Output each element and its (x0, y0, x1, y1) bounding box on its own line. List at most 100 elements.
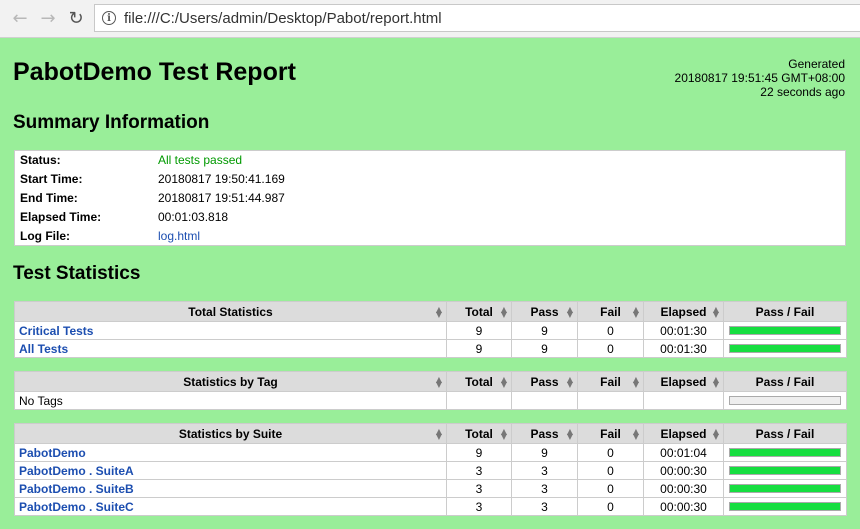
stat-name-link[interactable]: PabotDemo . SuiteA (19, 464, 134, 478)
table-header-row: Total Statistics ▲ ▼ Total ▲ ▼ Pass ▲ ▼ Fail ▲ ▼ Ela… (14, 301, 847, 322)
column-header[interactable]: Pass / Fail (723, 423, 847, 444)
pass-fail-bar (729, 344, 841, 353)
summary-heading: Summary Information (13, 112, 210, 133)
column-header[interactable]: Pass ▲ ▼ (511, 423, 578, 444)
sort-icon[interactable]: ▲ ▼ (436, 428, 442, 441)
fail-cell: 0 (577, 479, 644, 498)
back-arrow-icon[interactable]: ← (8, 6, 32, 30)
pass-fail-bar (729, 326, 841, 335)
column-header[interactable]: Fail ▲ ▼ (577, 423, 644, 444)
status-value: All tests passed (158, 153, 243, 167)
fail-cell: 0 (577, 497, 644, 516)
page-title: PabotDemo Test Report (13, 58, 296, 86)
elapsed-cell (643, 391, 724, 410)
stat-name-link[interactable]: Critical Tests (19, 324, 93, 338)
elapsed-cell: 00:01:04 (643, 443, 724, 462)
fail-cell (577, 391, 644, 410)
column-header[interactable]: Pass / Fail (723, 371, 847, 392)
elapsed-cell: 00:01:30 (643, 321, 724, 340)
sort-icon[interactable]: ▲ ▼ (436, 376, 442, 389)
column-header[interactable]: Elapsed ▲ ▼ (643, 371, 724, 392)
generated-time: 20180817 19:51:45 GMT+08:00 (674, 71, 845, 85)
url-text[interactable]: file:///C:/Users/admin/Desktop/Pabot/rep… (124, 10, 442, 27)
sort-icon[interactable]: ▲ ▼ (567, 306, 573, 319)
tag-statistics-table: Statistics by Tag ▲ ▼ Total ▲ ▼ Pass ▲ ▼ Fail ▲ ▼ El… (14, 371, 847, 410)
sort-icon[interactable]: ▲ ▼ (713, 376, 719, 389)
table-row: All Tests 9 9 0 00:01:30 (14, 339, 847, 358)
sort-icon[interactable]: ▲ ▼ (633, 428, 639, 441)
pass-cell: 3 (511, 461, 578, 480)
stat-name-link[interactable]: PabotDemo . SuiteC (19, 500, 134, 514)
sort-icon[interactable]: ▲ ▼ (501, 428, 507, 441)
column-header[interactable]: Pass / Fail (723, 301, 847, 322)
start-time-value: 20180817 19:50:41.169 (158, 172, 285, 186)
forward-arrow-icon[interactable]: → (36, 6, 60, 30)
pass-fail-bar-cell (723, 339, 847, 358)
column-header[interactable]: Elapsed ▲ ▼ (643, 301, 724, 322)
summary-key: Elapsed Time: (20, 210, 102, 224)
summary-key: End Time: (20, 191, 78, 205)
address-bar[interactable]: i file:///C:/Users/admin/Desktop/Pabot/r… (94, 4, 860, 32)
table-row: PabotDemo 9 9 0 00:01:04 (14, 443, 847, 462)
pass-cell: 9 (511, 321, 578, 340)
table-row: PabotDemo . SuiteB 3 3 0 00:00:30 (14, 479, 847, 498)
fail-cell: 0 (577, 443, 644, 462)
total-cell: 9 (446, 339, 512, 358)
sort-icon[interactable]: ▲ ▼ (713, 428, 719, 441)
column-header[interactable]: Fail ▲ ▼ (577, 301, 644, 322)
table-header-row: Statistics by Suite ▲ ▼ Total ▲ ▼ Pass ▲ ▼ Fail ▲ ▼… (14, 423, 847, 444)
log-file-link[interactable]: log.html (158, 227, 200, 246)
summary-key: Log File: (20, 229, 70, 243)
pass-fail-bar-cell (723, 497, 847, 516)
total-cell: 9 (446, 443, 512, 462)
statistics-heading: Test Statistics (13, 263, 141, 284)
pass-bar-fill (730, 467, 840, 474)
stat-name-link[interactable]: PabotDemo . SuiteB (19, 482, 134, 496)
stat-name-link[interactable]: All Tests (19, 342, 68, 356)
elapsed-cell: 00:01:30 (643, 339, 724, 358)
end-time-value: 20180817 19:51:44.987 (158, 191, 285, 205)
total-cell: 3 (446, 497, 512, 516)
pass-bar-fill (730, 449, 840, 456)
generated-info: Generated 20180817 19:51:45 GMT+08:00 22… (675, 57, 845, 99)
info-icon[interactable]: i (102, 11, 116, 25)
stat-name-link[interactable]: PabotDemo (19, 446, 86, 460)
fail-cell: 0 (577, 339, 644, 358)
pass-bar-fill (730, 327, 840, 334)
column-header[interactable]: Pass ▲ ▼ (511, 301, 578, 322)
summary-key: Start Time: (20, 172, 83, 186)
column-header[interactable]: Total ▲ ▼ (446, 371, 512, 392)
table-row: PabotDemo . SuiteC 3 3 0 00:00:30 (14, 497, 847, 516)
generated-label: Generated (788, 57, 845, 71)
total-cell (446, 391, 512, 410)
column-header[interactable]: Total ▲ ▼ (446, 301, 512, 322)
column-header-name[interactable]: Total Statistics ▲ ▼ (14, 301, 447, 322)
sort-icon[interactable]: ▲ ▼ (633, 376, 639, 389)
column-header[interactable]: Pass ▲ ▼ (511, 371, 578, 392)
pass-cell: 3 (511, 497, 578, 516)
table-header-row: Statistics by Tag ▲ ▼ Total ▲ ▼ Pass ▲ ▼ Fail ▲ ▼ El… (14, 371, 847, 392)
sort-icon[interactable]: ▲ ▼ (713, 306, 719, 319)
column-header[interactable]: Fail ▲ ▼ (577, 371, 644, 392)
sort-icon[interactable]: ▲ ▼ (567, 376, 573, 389)
table-row: No Tags (14, 391, 847, 410)
pass-cell (511, 391, 578, 410)
sort-icon[interactable]: ▲ ▼ (501, 306, 507, 319)
reload-icon[interactable]: ↻ (64, 6, 88, 30)
pass-fail-bar-cell (723, 443, 847, 462)
column-header-name[interactable]: Statistics by Tag ▲ ▼ (14, 371, 447, 392)
sort-icon[interactable]: ▲ ▼ (436, 306, 442, 319)
total-statistics-table: Total Statistics ▲ ▼ Total ▲ ▼ Pass ▲ ▼ Fail ▲ ▼ Ela… (14, 301, 847, 358)
generated-ago: 22 seconds ago (760, 85, 845, 99)
sort-icon[interactable]: ▲ ▼ (501, 376, 507, 389)
column-header-name[interactable]: Statistics by Suite ▲ ▼ (14, 423, 447, 444)
sort-icon[interactable]: ▲ ▼ (567, 428, 573, 441)
fail-cell: 0 (577, 461, 644, 480)
elapsed-cell: 00:00:30 (643, 497, 724, 516)
column-header[interactable]: Elapsed ▲ ▼ (643, 423, 724, 444)
pass-fail-bar (729, 484, 841, 493)
suite-statistics-table: Statistics by Suite ▲ ▼ Total ▲ ▼ Pass ▲ ▼ Fail ▲ ▼… (14, 423, 847, 516)
sort-icon[interactable]: ▲ ▼ (633, 306, 639, 319)
column-header[interactable]: Total ▲ ▼ (446, 423, 512, 444)
summary-table: Status: All tests passed Start Time: 201… (14, 150, 846, 246)
